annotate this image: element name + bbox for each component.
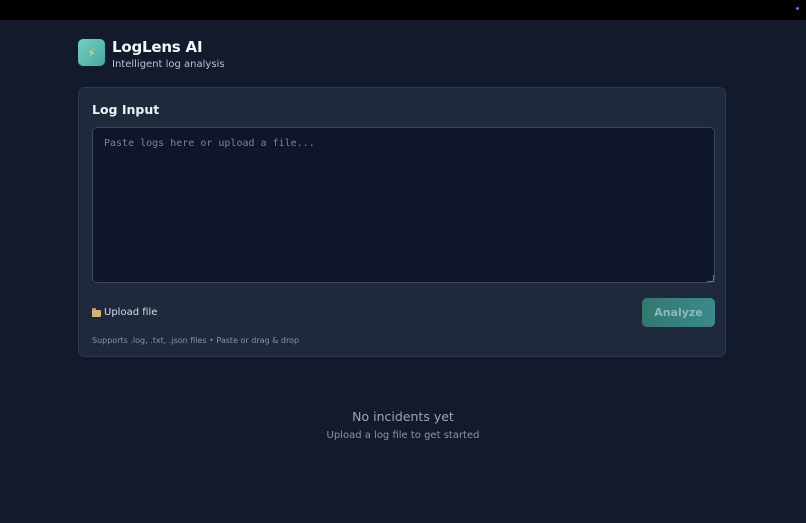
status-dot-icon bbox=[796, 7, 799, 10]
upload-file-button[interactable]: Upload file bbox=[92, 307, 157, 318]
window-top-bar bbox=[0, 0, 806, 20]
log-input-panel: Log Input Upload file Analyze Supports .… bbox=[78, 87, 726, 357]
app-titles: LogLens AI Intelligent log analysis bbox=[112, 38, 225, 71]
log-input-textarea[interactable] bbox=[92, 127, 715, 283]
upload-file-label: Upload file bbox=[104, 307, 158, 318]
panel-title: Log Input bbox=[92, 102, 160, 117]
supported-formats-hint: Supports .log, .txt, .json files • Paste… bbox=[92, 336, 300, 345]
analyze-button[interactable]: Analyze bbox=[642, 298, 715, 327]
empty-state-subtitle: Upload a log file to get started bbox=[326, 430, 480, 441]
logo-glyph: ⚡ bbox=[87, 45, 96, 60]
folder-icon bbox=[92, 307, 101, 317]
app-header: ⚡ LogLens AI Intelligent log analysis bbox=[78, 38, 225, 71]
app-subtitle: Intelligent log analysis bbox=[112, 59, 225, 70]
empty-state-title: No incidents yet bbox=[352, 409, 454, 424]
app-title: LogLens AI bbox=[112, 38, 203, 56]
textarea-resize-handle[interactable] bbox=[707, 275, 714, 282]
lightning-bolt-icon: ⚡ bbox=[78, 39, 105, 66]
